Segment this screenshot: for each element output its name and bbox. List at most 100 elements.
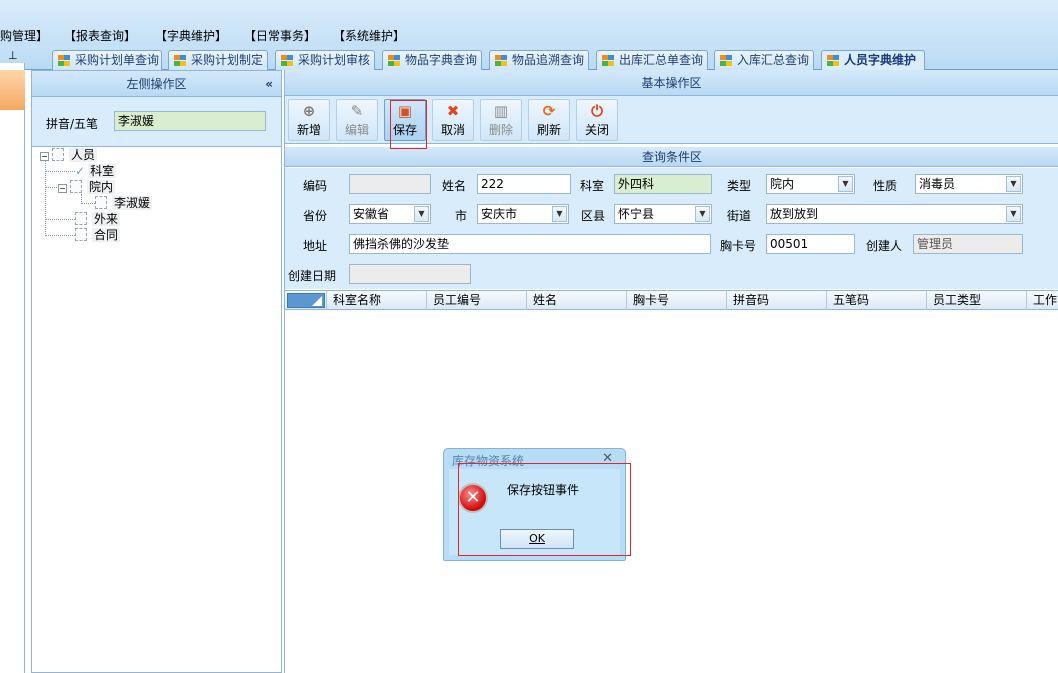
folder-icon (52, 148, 64, 161)
refresh-icon: ⟳ (542, 102, 556, 120)
collapse-toggle-icon[interactable]: − (58, 184, 67, 193)
left-search-area: 拼音/五笔 李淑媛 (32, 97, 281, 147)
type-select[interactable]: 院内 ▼ (766, 174, 855, 194)
file-icon (95, 196, 107, 209)
tab-inbound-summary-query[interactable]: 入库汇总查询 (714, 50, 814, 70)
cancel-icon: ✖ (446, 102, 460, 120)
close-icon[interactable]: ✕ (602, 451, 613, 466)
tab-item-dict-query[interactable]: 物品字典查询 (382, 50, 482, 70)
street-select[interactable]: 放到放到 ▼ (766, 204, 1023, 224)
creator-input[interactable]: 管理员 (913, 234, 1023, 254)
delete-button[interactable]: ▥ 删除 (480, 99, 522, 141)
chevron-down-icon[interactable]: ▼ (838, 176, 853, 192)
address-label: 地址 (303, 239, 328, 253)
message-dialog: 库存物资系统 ✕ ✕ 保存按钮事件 OK (443, 448, 626, 561)
main-panel-header: 基本操作区 (285, 70, 1058, 96)
tab-label: 人员字典维护 (844, 53, 917, 67)
col-staff-id[interactable]: 员工编号 (426, 291, 527, 310)
left-panel-header: 左侧操作区 « (32, 71, 281, 97)
county-select[interactable]: 怀宁县 ▼ (614, 204, 712, 224)
tab-staff-dict-maintain[interactable]: 人员字典维护 (821, 50, 925, 70)
menu-system[interactable]: 【系统维护】 (333, 27, 405, 44)
collapse-icon[interactable]: « (265, 71, 273, 97)
query-section-header: 查询条件区 (285, 147, 1058, 167)
check-icon: ✓ (75, 164, 86, 178)
menu-daily[interactable]: 【日常事务】 (244, 27, 316, 44)
type-value: 院内 (770, 177, 795, 191)
tree-node-dept[interactable]: ✓ 科室 (75, 163, 117, 179)
collapsed-nav-strip[interactable] (0, 63, 25, 673)
col-work[interactable]: 工作 (1026, 291, 1058, 310)
menu-dictionary[interactable]: 【字典维护】 (155, 27, 227, 44)
save-button[interactable]: ▣ 保存 (384, 99, 426, 141)
menu-bar: 购管理】 【报表查询】 【字典维护】 【日常事务】 【系统维护】 (0, 0, 1058, 46)
col-wubi[interactable]: 五笔码 (826, 291, 927, 310)
tab-label: 采购计划审核 (298, 53, 371, 67)
chevron-down-icon[interactable]: ▼ (552, 206, 567, 222)
dialog-message: 保存按钮事件 (507, 483, 580, 497)
tab-icon (174, 55, 187, 66)
name-input[interactable]: 222 (477, 174, 571, 194)
refresh-button[interactable]: ⟳ 刷新 (528, 99, 570, 141)
chevron-down-icon[interactable]: ▼ (1006, 176, 1021, 192)
menu-purchase[interactable]: 购管理】 (0, 27, 48, 44)
city-value: 安庆市 (481, 207, 518, 221)
tab-purchase-plan-review[interactable]: 采购计划审核 (275, 50, 375, 70)
city-select[interactable]: 安庆市 ▼ (477, 204, 569, 224)
col-staff-type[interactable]: 员工类型 (926, 291, 1027, 310)
tab-label: 采购计划单查询 (75, 53, 160, 67)
tab-icon (281, 55, 294, 66)
tab-icon (720, 55, 733, 66)
grid-select-all[interactable] (287, 293, 325, 308)
nature-value: 消毒员 (919, 177, 956, 191)
col-name[interactable]: 姓名 (526, 291, 627, 310)
pin-icon[interactable]: ⊥ (8, 49, 18, 62)
tree-node-internal[interactable]: − 院内 (58, 179, 116, 195)
chevron-down-icon[interactable]: ▼ (1006, 206, 1021, 222)
address-input[interactable]: 佛挡杀佛的沙发垫 (349, 234, 711, 254)
tab-item-trace-query[interactable]: 物品追溯查询 (489, 50, 589, 70)
power-icon: ⏻ (591, 102, 603, 120)
nature-select[interactable]: 消毒员 ▼ (915, 174, 1023, 194)
add-button[interactable]: ⊕ 新增 (288, 99, 330, 141)
grid-header: 科室名称 员工编号 姓名 胸卡号 拼音码 五笔码 员工类型 工作 (285, 290, 1058, 310)
close-button[interactable]: ⏻ 关闭 (576, 99, 618, 141)
province-select[interactable]: 安徽省 ▼ (349, 204, 431, 224)
cancel-button[interactable]: ✖ 取消 (432, 99, 474, 141)
tree-node-root[interactable]: − 人员 (40, 147, 98, 163)
chevron-down-icon[interactable]: ▼ (414, 206, 429, 222)
tab-purchase-plan-query[interactable]: 采购计划单查询 (52, 50, 162, 70)
error-icon: ✕ (458, 483, 488, 513)
name-label: 姓名 (442, 179, 467, 193)
left-panel-title: 左侧操作区 (126, 77, 187, 91)
card-label: 胸卡号 (720, 239, 757, 253)
tree-node-external[interactable]: 外来 (75, 211, 121, 227)
street-value: 放到放到 (770, 207, 819, 221)
tab-strip: ⊥ 采购计划单查询 采购计划制定 采购计划审核 物品字典查询 物品追溯查询 出库… (0, 46, 1058, 70)
col-pinyin[interactable]: 拼音码 (726, 291, 827, 310)
tree-node-person[interactable]: 李淑媛 (95, 195, 153, 211)
pinyin-input[interactable]: 李淑媛 (114, 111, 266, 131)
folder-icon (70, 180, 82, 193)
code-input[interactable] (349, 174, 431, 194)
tab-icon (388, 55, 401, 66)
tab-icon (602, 55, 615, 66)
province-label: 省份 (303, 209, 328, 223)
tab-outbound-summary-query[interactable]: 出库汇总单查询 (596, 50, 708, 70)
dept-input[interactable]: 外四科 (614, 174, 712, 194)
save-icon: ▣ (397, 102, 413, 120)
date-input[interactable] (349, 264, 471, 284)
col-dept-name[interactable]: 科室名称 (326, 291, 427, 310)
collapse-toggle-icon[interactable]: − (40, 152, 49, 161)
col-card-no[interactable]: 胸卡号 (626, 291, 727, 310)
tab-label: 物品字典查询 (405, 53, 478, 67)
menu-reports[interactable]: 【报表查询】 (64, 27, 136, 44)
tab-purchase-plan-create[interactable]: 采购计划制定 (168, 50, 268, 70)
ok-button[interactable]: OK (500, 529, 574, 549)
card-input[interactable]: 00501 (766, 234, 855, 254)
edit-button[interactable]: ✎ 编辑 (336, 99, 378, 141)
chevron-down-icon[interactable]: ▼ (695, 206, 710, 222)
nav-highlight[interactable] (0, 70, 25, 110)
query-section-title: 查询条件区 (641, 150, 702, 164)
tree-node-contract[interactable]: 合同 (75, 227, 121, 243)
